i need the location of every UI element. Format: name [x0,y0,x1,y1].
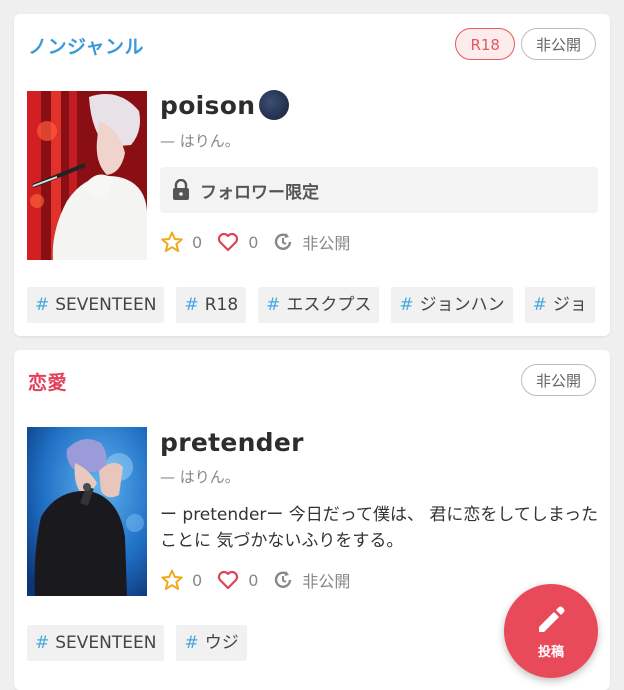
star-count: 0 [192,232,203,252]
work-title-text[interactable]: poison [160,91,255,120]
star-count: 0 [192,570,203,590]
private-badge: 非公開 [520,364,596,396]
moon-icon [259,90,290,120]
follower-only-notice: フォロワー限定 [160,167,598,213]
heart-count: 0 [248,232,259,252]
private-badge: 非公開 [520,28,596,60]
tag-item[interactable]: # R18 [176,287,247,323]
work-stats: 0 0 非公開 [160,230,350,254]
tag-item[interactable]: # SEVENTEEN [27,287,165,323]
tag-item[interactable]: # ジョ [524,287,595,323]
visibility-status: 非公開 [302,572,351,591]
heart-icon[interactable] [216,568,240,592]
follower-only-text: フォロワー限定 [200,182,319,203]
tag-item[interactable]: # ジョンハン [391,287,513,323]
tag-item[interactable]: # エスクプス [258,287,380,323]
work-card[interactable]: ノンジャンル R18 非公開 poison — はりん。 フォロワー限定 0 0… [14,14,610,336]
tag-list: # SEVENTEEN # R18 # エスクプス # ジョンハン # ジョ [27,287,595,323]
work-title[interactable]: poison [160,90,290,120]
post-button-label: 投稿 [537,644,564,660]
badge-group: 非公開 [520,364,596,396]
author-name[interactable]: — はりん。 [160,130,240,151]
tag-item[interactable]: # SEVENTEEN [27,625,165,661]
tag-item[interactable]: # ウジ [176,625,247,661]
genre-label[interactable]: 恋愛 [28,368,67,395]
history-icon [272,231,294,253]
genre-label[interactable]: ノンジャンル [28,32,144,59]
history-icon [272,569,294,591]
thumbnail-image [27,91,147,260]
heart-count: 0 [248,570,259,590]
star-icon[interactable] [160,568,184,592]
tag-list: # SEVENTEEN # ウジ [27,625,247,661]
thumbnail-image [27,427,147,596]
pencil-icon [539,606,565,632]
star-icon[interactable] [160,230,184,254]
work-title[interactable]: pretender [160,428,304,457]
author-name[interactable]: — はりん。 [160,466,240,487]
badge-group: R18 非公開 [455,28,596,60]
post-button[interactable]: 投稿 [504,584,598,678]
work-thumbnail[interactable] [27,91,147,260]
heart-icon[interactable] [216,230,240,254]
work-thumbnail[interactable] [27,427,147,596]
work-stats: 0 0 非公開 [160,568,350,592]
r18-badge: R18 [455,28,515,60]
work-description: ー pretenderー 今日だって僕は、 君に恋をしてしまったことに 気づかな… [160,505,599,551]
lock-icon [173,179,189,200]
visibility-status: 非公開 [302,234,351,253]
